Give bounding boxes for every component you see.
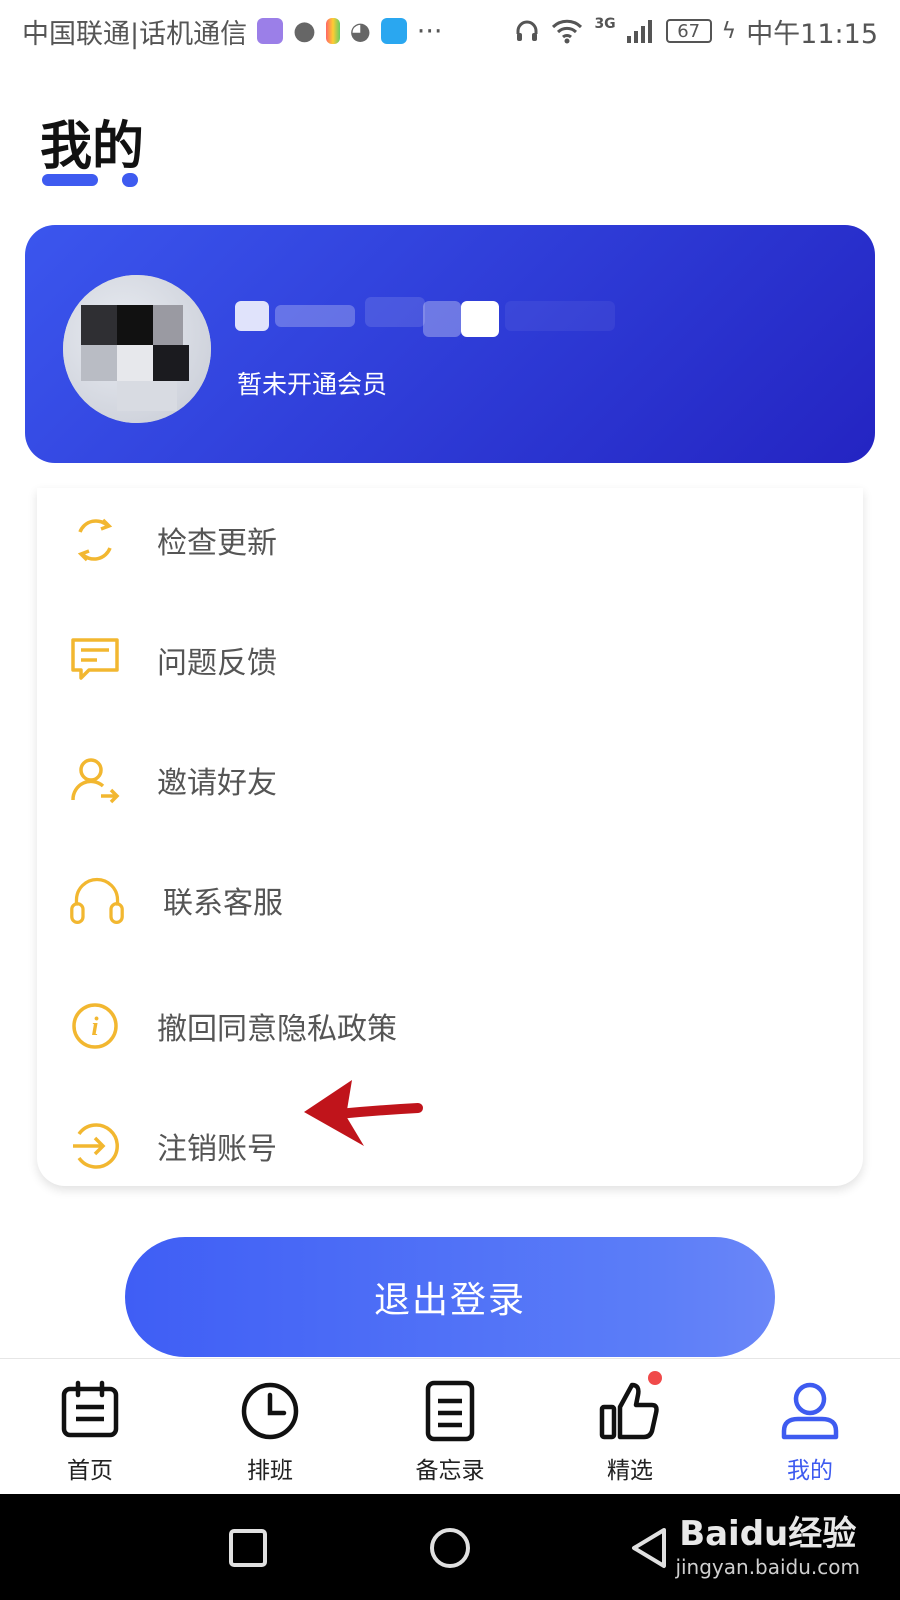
settings-menu: 检查更新 问题反馈 邀请好友 联系客服 i 撤回同意隐私政策 注销账号	[37, 488, 863, 1186]
title-dot	[122, 173, 138, 187]
charging-icon: ϟ	[721, 18, 737, 44]
nav-item-home[interactable]: 首页	[0, 1359, 180, 1494]
svg-text:i: i	[91, 1012, 99, 1041]
shield-app-icon	[380, 18, 407, 44]
logout-button[interactable]: 退出登录	[125, 1237, 775, 1357]
user-icon	[781, 1382, 839, 1440]
headphone-status-icon	[516, 20, 538, 41]
nav-label: 备忘录	[415, 1458, 485, 1484]
nav-item-memo[interactable]: 备忘录	[360, 1359, 540, 1494]
message-icon: ●	[293, 16, 316, 46]
nav-item-schedule[interactable]: 排班	[180, 1359, 360, 1494]
menu-item-revoke-privacy[interactable]: i 撤回同意隐私政策	[37, 976, 863, 1076]
menu-item-check-update[interactable]: 检查更新	[37, 490, 863, 590]
wifi-icon	[552, 19, 583, 44]
baidu-jingyan-watermark: Baidu经验 jingyan.baidu.com	[675, 1506, 860, 1579]
network-type: 3G	[594, 15, 616, 32]
recents-button-icon[interactable]	[228, 1528, 268, 1568]
menu-item-label: 注销账号	[157, 1132, 277, 1167]
status-bar-left: 中国联通|话机通信 ● ◕ ···	[22, 12, 443, 51]
menu-item-label: 邀请好友	[157, 766, 277, 801]
feedback-icon	[67, 632, 123, 688]
bottom-nav: 首页 排班 备忘录 精选 我的	[0, 1358, 900, 1494]
refresh-icon	[67, 512, 123, 568]
menu-item-label: 检查更新	[157, 526, 277, 561]
nav-item-mine[interactable]: 我的	[720, 1359, 900, 1494]
more-icon: ···	[416, 15, 443, 47]
invite-friend-icon	[67, 752, 123, 808]
nav-label: 排班	[247, 1458, 293, 1484]
app-notification-icon	[257, 18, 284, 44]
profile-card[interactable]: 暂未开通会员	[25, 225, 875, 463]
status-bar-right: 3G 67 ϟ 中午11:15	[514, 12, 878, 51]
system-nav-bar: Baidu经验 jingyan.baidu.com	[0, 1494, 900, 1600]
app-notification-icon	[325, 18, 340, 44]
menu-item-invite-friends[interactable]: 邀请好友	[37, 730, 863, 830]
username-blurred	[235, 287, 615, 343]
watermark-brand: Baidu经验	[679, 1514, 857, 1554]
nav-item-featured[interactable]: 精选	[540, 1359, 720, 1494]
clock-time: 中午11:15	[746, 18, 878, 50]
nav-label: 精选	[607, 1458, 653, 1484]
memo-icon	[425, 1380, 475, 1442]
battery-indicator: 67	[665, 19, 712, 43]
signal-icon	[626, 20, 652, 43]
home-button-icon[interactable]	[428, 1526, 472, 1570]
wechat-icon: ◕	[349, 17, 371, 45]
nav-label: 首页	[67, 1458, 113, 1484]
menu-item-feedback[interactable]: 问题反馈	[37, 610, 863, 710]
annotation-arrow-icon	[304, 1080, 423, 1146]
nav-label: 我的	[787, 1458, 833, 1484]
page-title: 我的	[40, 117, 145, 177]
battery-level: 67	[677, 20, 701, 42]
back-button-icon[interactable]	[628, 1526, 672, 1570]
thumbs-up-icon	[599, 1382, 659, 1440]
member-status: 暂未开通会员	[237, 370, 388, 399]
calendar-icon	[61, 1380, 119, 1438]
watermark-url: jingyan.baidu.com	[675, 1555, 860, 1579]
menu-item-delete-account[interactable]: 注销账号	[37, 1096, 863, 1196]
menu-item-label: 问题反馈	[157, 646, 277, 681]
info-icon: i	[67, 998, 123, 1054]
avatar[interactable]	[63, 275, 211, 423]
title-underline	[42, 174, 98, 186]
headphones-icon	[69, 872, 125, 928]
status-bar: 中国联通|话机通信 ● ◕ ··· 3G 67 ϟ 中午11:15	[0, 0, 900, 62]
clock-icon	[241, 1382, 299, 1440]
menu-item-contact-support[interactable]: 联系客服	[37, 850, 863, 950]
menu-item-label: 撤回同意隐私政策	[157, 1012, 397, 1047]
notification-dot	[648, 1371, 662, 1385]
carrier-name: 中国联通|话机通信	[22, 18, 248, 50]
logout-circle-icon	[67, 1118, 123, 1174]
menu-item-label: 联系客服	[163, 886, 283, 921]
